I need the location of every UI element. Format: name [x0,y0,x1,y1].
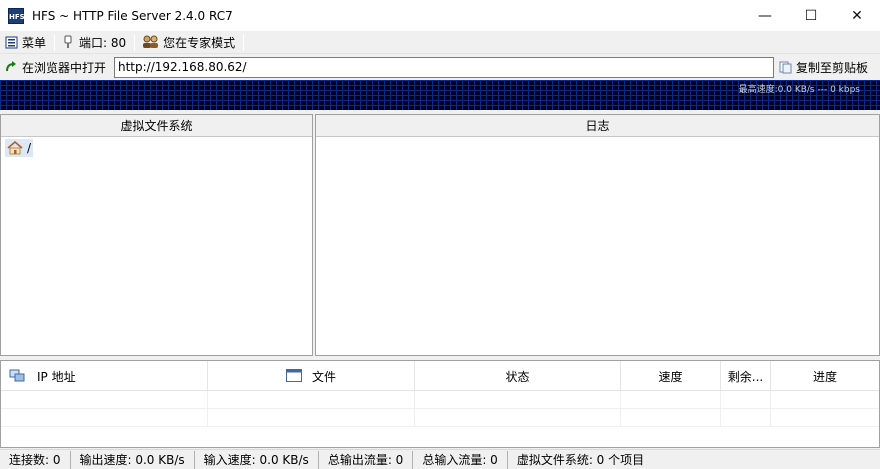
toolbar-separator [243,33,245,51]
copy-to-clipboard-label: 复制至剪贴板 [796,60,869,75]
status-total-output: 总输出流量: 0 [319,450,414,469]
connections-list: IP 地址 文件 状态 速度 剩余... 进度 [0,360,880,448]
network-icon [9,368,27,384]
hfs-app-icon: HFS [8,7,25,24]
connections-header: IP 地址 文件 状态 速度 剩余... 进度 [1,361,879,391]
table-row [1,409,879,427]
open-arrow-icon [4,60,18,74]
port-button[interactable]: 端口: 80 [57,32,132,53]
mode-label: 您在专家模式 [163,35,236,50]
column-speed-label: 速度 [658,369,683,384]
column-progress[interactable]: 进度 [771,361,879,391]
toolbar-separator [134,33,136,51]
maximize-button[interactable]: ☐ [788,0,834,31]
window-title: HFS ~ HTTP File Server 2.4.0 RC7 [32,8,233,23]
status-connections: 连接数: 0 [0,450,71,469]
url-input[interactable] [114,56,774,78]
column-file[interactable]: 文件 [208,361,415,391]
table-row [1,391,879,409]
title-bar: HFS HFS ~ HTTP File Server 2.4.0 RC7 — ☐… [0,0,880,31]
column-file-label: 文件 [312,369,337,384]
column-ip-address[interactable]: IP 地址 [1,361,208,391]
column-remaining[interactable]: 剩余... [721,361,771,391]
column-ip-address-label: IP 地址 [37,369,76,384]
open-in-browser-label: 在浏览器中打开 [22,60,107,75]
menu-label: 菜单 [22,35,47,50]
column-progress-label: 进度 [812,369,837,384]
status-total-input: 总输入流量: 0 [413,450,508,469]
mode-button[interactable]: 您在专家模式 [137,32,241,53]
graph-speed-readout: 最高速度:0.0 KB/s --- 0 kbps [738,85,860,95]
column-status-label: 状态 [505,369,530,384]
main-toolbar: 菜单 端口: 80 您在专家模式 [0,31,880,54]
users-icon [141,35,159,49]
status-output-speed: 输出速度: 0.0 KB/s [71,450,195,469]
window-controls: — ☐ ✕ [742,0,880,31]
status-vfs-items: 虚拟文件系统: 0 个项目 [516,453,645,467]
vfs-root-item[interactable]: / [5,139,34,157]
bandwidth-graph: 最高速度:0.0 KB/s --- 0 kbps [0,80,880,110]
column-status[interactable]: 状态 [415,361,621,391]
menu-button[interactable]: 菜单 [0,32,52,53]
vfs-header: 虚拟文件系统 [1,115,312,137]
column-remaining-label: 剩余... [727,369,764,384]
plug-icon [61,35,75,49]
column-speed[interactable]: 速度 [621,361,721,391]
log-header: 日志 [316,115,879,137]
vfs-root-label: / [27,141,32,155]
status-input-speed: 输入速度: 0.0 KB/s [195,450,319,469]
copy-to-clipboard-button[interactable]: 复制至剪贴板 [778,56,868,78]
status-bar: 连接数: 0 输出速度: 0.0 KB/s 输入速度: 0.0 KB/s 总输出… [0,449,880,469]
home-icon [7,140,23,155]
log-panel: 日志 [315,114,880,356]
port-label: 端口: 80 [79,35,127,50]
minimize-button[interactable]: — [742,0,788,31]
window-icon [286,369,302,383]
menu-icon [4,35,18,49]
url-bar: 在浏览器中打开 复制至剪贴板 [0,55,880,79]
clipboard-icon [778,60,792,74]
open-in-browser-button[interactable]: 在浏览器中打开 [0,56,114,78]
close-button[interactable]: ✕ [834,0,880,31]
vfs-panel: 虚拟文件系统 / [0,114,313,356]
toolbar-separator [54,33,56,51]
